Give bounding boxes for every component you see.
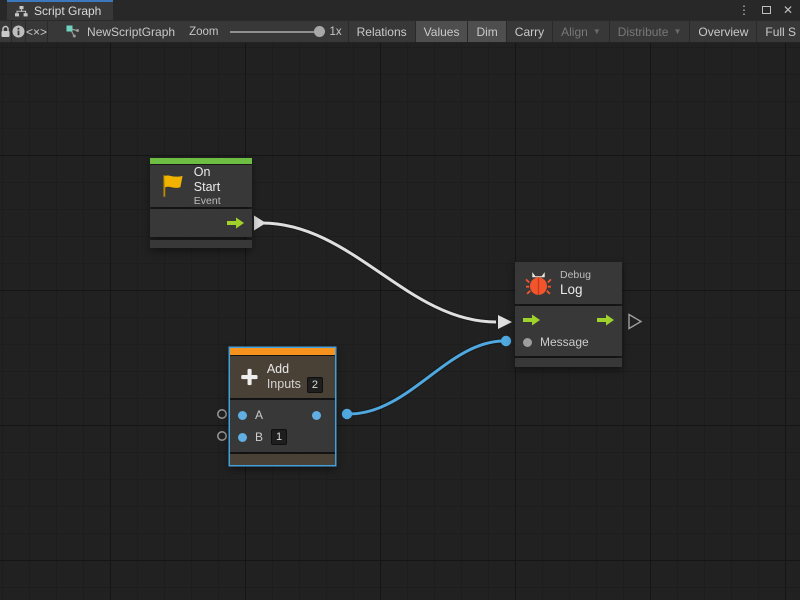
on-start-body (150, 209, 252, 237)
bug-icon (525, 269, 552, 297)
port-row: B 1 (230, 426, 335, 448)
port-row (515, 309, 622, 331)
port-label: A (255, 408, 263, 422)
maximize-icon[interactable] (758, 2, 774, 18)
overview-button[interactable]: Overview (690, 21, 757, 42)
port-row (150, 212, 252, 234)
flow-input-port[interactable] (523, 314, 540, 326)
graph-tab-icon (15, 6, 28, 17)
relations-button[interactable]: Relations (349, 21, 416, 42)
zoom-control: Zoom 1x (189, 21, 348, 42)
port-row: Message (515, 331, 622, 353)
event-color-bar (150, 158, 252, 164)
info-icon (12, 25, 25, 38)
node-add[interactable]: Add Inputs 2 A B 1 (230, 348, 335, 465)
graph-canvas[interactable]: On Start Event (0, 43, 800, 600)
add-input-a-empty-connector[interactable] (218, 410, 226, 418)
sum-output-port[interactable] (312, 411, 321, 420)
debug-log-header: Debug Log (515, 262, 622, 304)
window-controls: ⋮ ✕ (736, 0, 796, 20)
input-a-port[interactable] (238, 411, 247, 420)
lock-button[interactable] (0, 21, 12, 42)
add-footer (230, 454, 335, 465)
script-graph-asset-icon (66, 25, 81, 38)
flow-output-port[interactable] (597, 314, 614, 326)
debug-log-footer (515, 358, 622, 367)
fullscreen-button[interactable]: Full S (757, 21, 800, 42)
close-icon[interactable]: ✕ (780, 2, 796, 18)
chevron-down-icon: ▼ (673, 27, 681, 36)
edit-code-button[interactable]: <×> (26, 21, 48, 42)
plus-icon (240, 362, 259, 392)
node-title: Add (267, 362, 323, 377)
on-start-footer (150, 240, 252, 248)
distribute-dropdown[interactable]: Distribute ▼ (610, 21, 691, 42)
align-dropdown[interactable]: Align ▼ (553, 21, 610, 42)
port-label: B (255, 430, 263, 444)
wire-layer (0, 43, 800, 600)
script-graph-window: Script Graph ⋮ ✕ <×> (0, 0, 800, 600)
chevron-down-icon: ▼ (593, 27, 601, 36)
input-b-value-field[interactable]: 1 (271, 429, 287, 445)
log-input-arrowhead[interactable] (498, 315, 512, 329)
math-color-bar (230, 348, 335, 355)
dim-button[interactable]: Dim (468, 21, 506, 42)
toolbar: <×> NewScriptGraph Zoom 1x Relations Val… (0, 20, 800, 43)
on-start-header: On Start Event (150, 165, 252, 207)
node-title: On Start (194, 165, 240, 195)
tab-script-graph[interactable]: Script Graph (7, 0, 113, 20)
titlebar: Script Graph ⋮ ✕ (0, 0, 800, 20)
inputs-label: Inputs (267, 377, 301, 392)
wire-onstart-to-log[interactable] (262, 223, 496, 322)
flag-icon (160, 173, 186, 199)
node-on-start[interactable]: On Start Event (150, 158, 252, 248)
node-title: Log (560, 282, 591, 297)
node-subtitle: Debug (560, 269, 591, 282)
port-row: A (230, 404, 335, 426)
add-output-connector[interactable] (342, 409, 352, 419)
flow-output-port[interactable] (227, 217, 244, 229)
inspect-button[interactable] (12, 21, 26, 42)
toolbar-buttons: Relations Values Dim Carry Align ▼ Distr… (348, 21, 800, 42)
window-menu-icon[interactable]: ⋮ (736, 2, 752, 18)
node-debug-log[interactable]: Debug Log Message (515, 262, 622, 367)
node-subtitle: Event (194, 195, 240, 208)
carry-button[interactable]: Carry (507, 21, 553, 42)
zoom-value: 1x (329, 26, 341, 38)
wire-add-to-message[interactable] (349, 341, 504, 414)
add-header: Add Inputs 2 (230, 356, 335, 398)
port-label: Message (540, 335, 589, 349)
message-value-port[interactable] (523, 338, 532, 347)
log-output-empty-connector[interactable] (629, 315, 641, 329)
graph-name: NewScriptGraph (87, 25, 175, 39)
zoom-slider[interactable] (230, 31, 320, 33)
inputs-count-field[interactable]: 2 (307, 377, 323, 393)
graph-breadcrumb[interactable]: NewScriptGraph (48, 21, 175, 42)
tab-title: Script Graph (34, 4, 101, 18)
values-button[interactable]: Values (416, 21, 469, 42)
zoom-label: Zoom (189, 26, 218, 38)
add-input-b-empty-connector[interactable] (218, 432, 226, 440)
add-body: A B 1 (230, 400, 335, 452)
input-b-port[interactable] (238, 433, 247, 442)
debug-log-body: Message (515, 306, 622, 356)
onstart-output-connector[interactable] (254, 216, 266, 231)
zoom-slider-handle[interactable] (314, 26, 325, 37)
lock-icon (0, 25, 11, 38)
code-icon: <×> (26, 25, 47, 39)
message-input-connector[interactable] (501, 336, 511, 346)
